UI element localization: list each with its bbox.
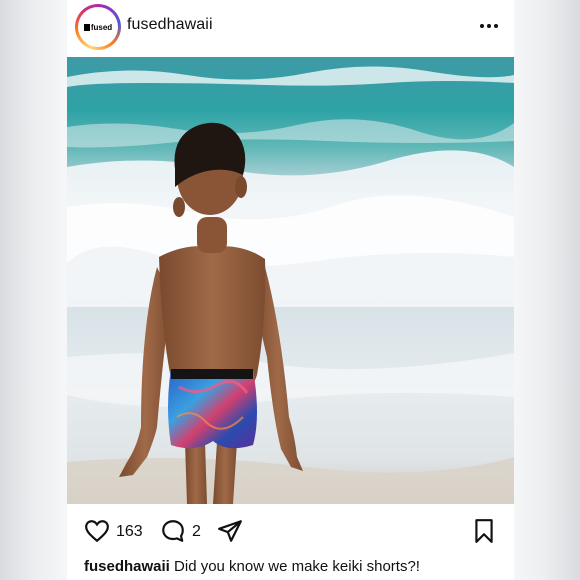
avatar[interactable]: fused: [75, 4, 121, 50]
bookmark-icon[interactable]: [472, 518, 496, 549]
avatar-logo-text: fused: [90, 22, 113, 32]
instagram-post: fused fusedhawaii 163 2 fusedhawaii Did …: [67, 0, 514, 580]
paper-plane-icon[interactable]: [217, 518, 243, 549]
caption-text: Did you know we make keiki shorts?!: [169, 558, 420, 575]
avatar-inner: fused: [78, 7, 118, 47]
comment-count[interactable]: 2: [192, 523, 201, 541]
username-link[interactable]: fusedhawaii: [127, 16, 213, 34]
more-horizontal-icon[interactable]: [478, 17, 500, 37]
caption-username[interactable]: fusedhawaii: [84, 558, 170, 575]
post-header: fused fusedhawaii: [67, 0, 514, 56]
post-caption: fusedhawaii Did you know we make keiki s…: [84, 558, 420, 575]
avatar-logo: fused: [83, 22, 113, 32]
like-count[interactable]: 163: [116, 523, 143, 541]
comment-bubble-icon[interactable]: [160, 518, 186, 549]
heart-icon[interactable]: [84, 518, 110, 549]
post-photo[interactable]: [67, 57, 514, 504]
action-bar: 163 2: [67, 512, 514, 552]
logo-mark: [83, 23, 90, 31]
